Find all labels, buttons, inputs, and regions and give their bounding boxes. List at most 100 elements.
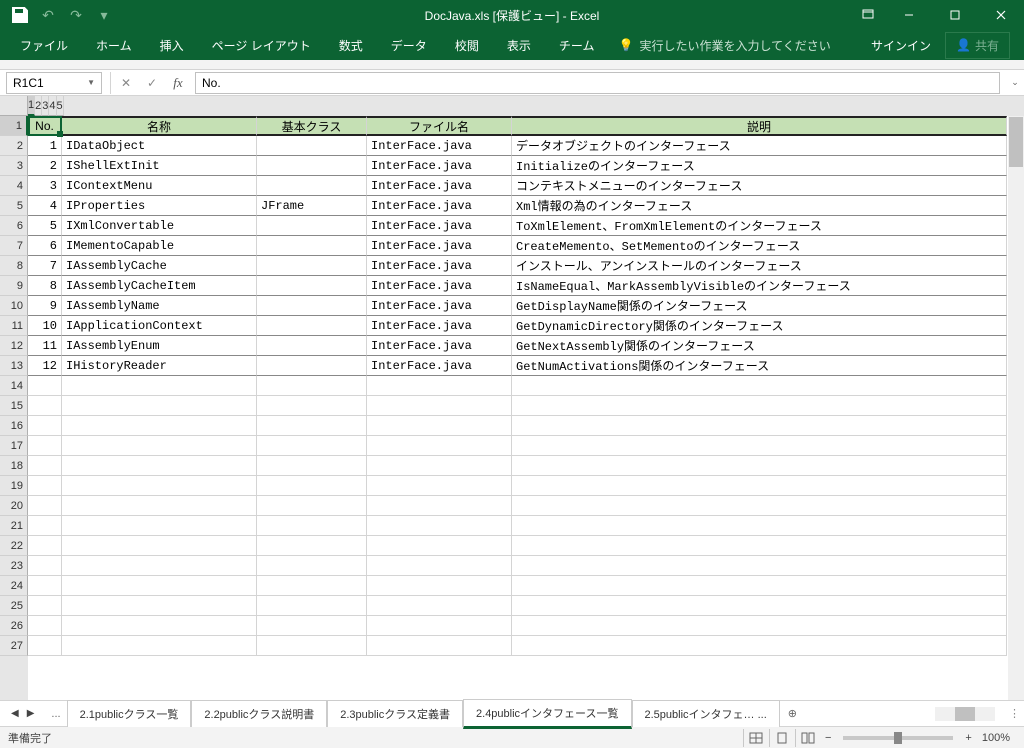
cell[interactable]: [257, 456, 367, 476]
tab-nav-prev[interactable]: ◀: [8, 706, 22, 721]
cell[interactable]: InterFace.java: [367, 336, 512, 356]
cell[interactable]: [512, 536, 1007, 556]
cell[interactable]: [257, 176, 367, 196]
cell[interactable]: IAssemblyCacheItem: [62, 276, 257, 296]
cell[interactable]: [367, 616, 512, 636]
cell[interactable]: データオブジェクトのインターフェース: [512, 136, 1007, 156]
cell[interactable]: [28, 636, 62, 656]
cell[interactable]: IXmlConvertable: [62, 216, 257, 236]
cell[interactable]: [28, 436, 62, 456]
zoom-percentage[interactable]: 100%: [976, 732, 1016, 744]
row-header[interactable]: 18: [0, 456, 28, 476]
row-header[interactable]: 27: [0, 636, 28, 656]
cell[interactable]: 10: [28, 316, 62, 336]
close-button[interactable]: [978, 0, 1024, 30]
undo-button[interactable]: ↶: [36, 3, 60, 27]
cell[interactable]: [367, 436, 512, 456]
cell[interactable]: 名称: [62, 116, 257, 136]
cell[interactable]: [512, 576, 1007, 596]
cell[interactable]: [62, 396, 257, 416]
cell[interactable]: [28, 536, 62, 556]
cell[interactable]: コンテキストメニューのインターフェース: [512, 176, 1007, 196]
cell[interactable]: 6: [28, 236, 62, 256]
row-header[interactable]: 7: [0, 236, 28, 256]
cell[interactable]: [62, 556, 257, 576]
cell[interactable]: [257, 476, 367, 496]
cell[interactable]: [62, 536, 257, 556]
zoom-thumb[interactable]: [894, 732, 902, 744]
col-header[interactable]: 4: [49, 96, 56, 116]
cell[interactable]: [512, 516, 1007, 536]
row-header[interactable]: 8: [0, 256, 28, 276]
cell[interactable]: IDataObject: [62, 136, 257, 156]
cell[interactable]: インストール、アンインストールのインターフェース: [512, 256, 1007, 276]
cell[interactable]: [512, 636, 1007, 656]
cell[interactable]: [257, 256, 367, 276]
cell[interactable]: [62, 616, 257, 636]
cell[interactable]: IAssemblyCache: [62, 256, 257, 276]
row-header[interactable]: 16: [0, 416, 28, 436]
cell[interactable]: 12: [28, 356, 62, 376]
cell[interactable]: IShellExtInit: [62, 156, 257, 176]
row-header[interactable]: 21: [0, 516, 28, 536]
cell[interactable]: [28, 596, 62, 616]
sheet-tab-active[interactable]: 2.4publicインタフェース一覧: [463, 699, 631, 729]
name-box[interactable]: R1C1 ▼: [6, 72, 102, 94]
cell[interactable]: IAssemblyName: [62, 296, 257, 316]
cell[interactable]: [367, 576, 512, 596]
cell[interactable]: [367, 396, 512, 416]
cell[interactable]: [257, 296, 367, 316]
cell[interactable]: [62, 456, 257, 476]
sheet-tab[interactable]: 2.2publicクラス説明書: [191, 700, 327, 727]
cell[interactable]: IHistoryReader: [62, 356, 257, 376]
cell[interactable]: [257, 136, 367, 156]
tab-review[interactable]: 校閲: [441, 31, 493, 60]
cell[interactable]: [512, 616, 1007, 636]
tab-view[interactable]: 表示: [493, 31, 545, 60]
cell[interactable]: [28, 496, 62, 516]
cell[interactable]: ファイル名: [367, 116, 512, 136]
cell[interactable]: [257, 316, 367, 336]
insert-function-button[interactable]: fx: [165, 72, 191, 94]
cell[interactable]: InterFace.java: [367, 216, 512, 236]
cell[interactable]: 説明: [512, 116, 1007, 136]
scrollbar-thumb[interactable]: [1009, 117, 1023, 167]
new-sheet-button[interactable]: ⊕: [780, 707, 805, 720]
cell[interactable]: IMementoCapable: [62, 236, 257, 256]
cell[interactable]: [367, 376, 512, 396]
cell[interactable]: [512, 436, 1007, 456]
cell[interactable]: [367, 456, 512, 476]
cell[interactable]: [512, 556, 1007, 576]
sheet-tab[interactable]: 2.5publicインタフェ… ...: [632, 700, 780, 727]
row-header[interactable]: 5: [0, 196, 28, 216]
cell[interactable]: [512, 416, 1007, 436]
sheet-tab[interactable]: 2.3publicクラス定義書: [327, 700, 463, 727]
tab-insert[interactable]: 挿入: [146, 31, 198, 60]
select-all-corner[interactable]: [0, 96, 28, 116]
zoom-in-button[interactable]: +: [961, 732, 975, 744]
cell[interactable]: [62, 476, 257, 496]
cell[interactable]: GetNumActivations関係のインターフェース: [512, 356, 1007, 376]
cell[interactable]: [257, 516, 367, 536]
row-header[interactable]: 17: [0, 436, 28, 456]
cell[interactable]: IAssemblyEnum: [62, 336, 257, 356]
tab-layout[interactable]: ページ レイアウト: [198, 31, 325, 60]
cell[interactable]: 基本クラス: [257, 116, 367, 136]
cell[interactable]: [257, 496, 367, 516]
redo-button[interactable]: ↷: [64, 3, 88, 27]
cell[interactable]: [28, 416, 62, 436]
cell[interactable]: 8: [28, 276, 62, 296]
cell[interactable]: GetDynamicDirectory関係のインターフェース: [512, 316, 1007, 336]
expand-formula-button[interactable]: ⌄: [1006, 77, 1024, 88]
cell[interactable]: [257, 396, 367, 416]
cell[interactable]: InterFace.java: [367, 256, 512, 276]
cell[interactable]: InterFace.java: [367, 356, 512, 376]
view-normal-button[interactable]: [743, 729, 769, 747]
cell[interactable]: 9: [28, 296, 62, 316]
cell[interactable]: [257, 336, 367, 356]
cell[interactable]: [62, 636, 257, 656]
cell[interactable]: [367, 556, 512, 576]
vertical-scrollbar[interactable]: [1008, 116, 1024, 700]
cancel-formula-button[interactable]: ✕: [113, 72, 139, 94]
cell[interactable]: [512, 496, 1007, 516]
